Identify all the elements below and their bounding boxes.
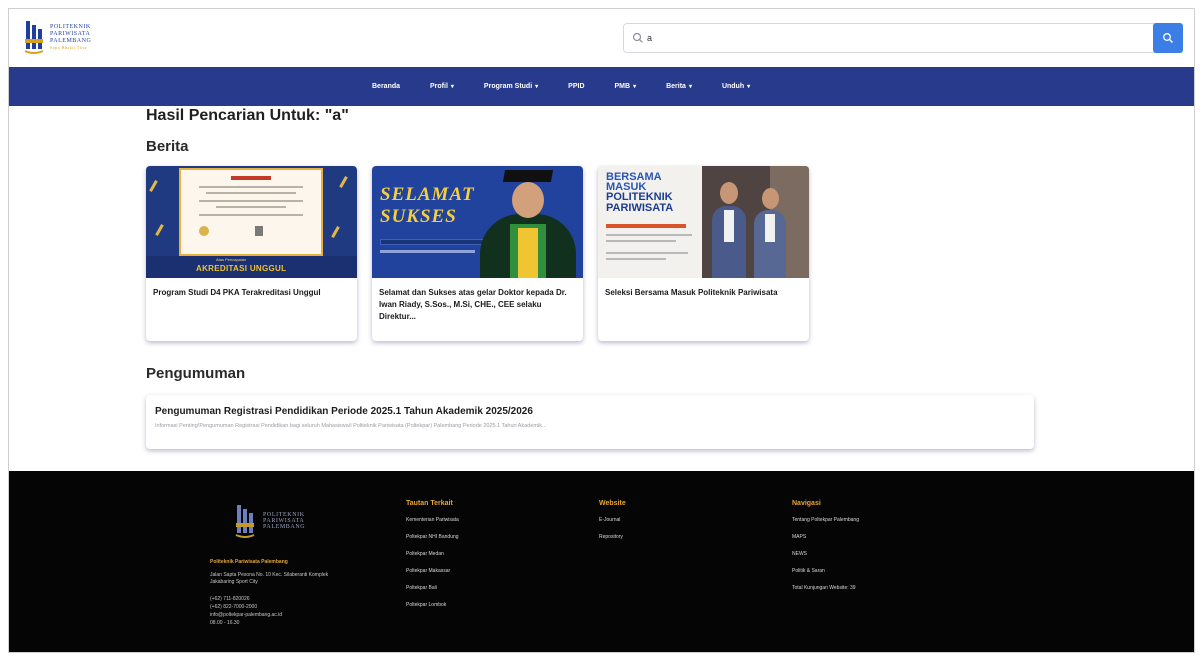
footer-link[interactable]: Poltekpar Makassar [406, 569, 459, 574]
logo-line: POLITEKNIK [50, 24, 91, 30]
logo-tagline: Sopo Bhakti Tirta [50, 45, 87, 50]
footer-column-navigation: Navigasi Tentang Poltekpar Palembang MAP… [792, 500, 859, 603]
chevron-down-icon: ▾ [688, 84, 692, 90]
footer-link[interactable]: Poltekpar Lombok [406, 603, 459, 608]
news-title: Program Studi D4 PKA Terakreditasi Unggu… [153, 288, 321, 297]
footer-hours: 08.00 - 16.30 [210, 620, 240, 626]
nav-item-label: Beranda [372, 83, 401, 90]
footer-column-heading: Website [599, 500, 626, 507]
footer-logo: POLITEKNIK PARIWISATA PALEMBANG [233, 501, 305, 541]
nav-item-label: PPID [568, 83, 585, 90]
site-header: POLITEKNIK PARIWISATA PALEMBANG Sopo Bha… [9, 9, 1194, 67]
nav-item-unduh[interactable]: Unduh ▾ [707, 67, 765, 106]
footer-column-related-links: Tautan Terkait Kementerian Pariwisata Po… [406, 500, 459, 620]
news-card[interactable]: SELAMAT SUKSES Selamat dan Sukses atas g… [372, 166, 583, 341]
news-image: SELAMAT SUKSES [372, 166, 583, 278]
footer-column-heading: Tautan Terkait [406, 500, 453, 507]
footer-logo-line: PALEMBANG [263, 524, 306, 530]
image-headline: PARIWISATA [606, 202, 674, 214]
site-logo[interactable]: POLITEKNIK PARIWISATA PALEMBANG Sopo Bha… [23, 15, 115, 59]
footer-link[interactable]: Poltekpar Bali [406, 586, 459, 591]
footer-link[interactable]: Poltekpar NHI Bandung [406, 535, 459, 540]
news-heading: Berita [146, 138, 189, 155]
logo-text: POLITEKNIK PARIWISATA PALEMBANG Sopo Bha… [50, 24, 91, 50]
footer-link[interactable]: Politik & Saran [792, 569, 859, 574]
announcement-card[interactable]: Pengumuman Registrasi Pendidikan Periode… [146, 395, 1034, 449]
nav-item-profil[interactable]: Profil ▾ [415, 67, 469, 106]
nav-item-label: PMB [614, 83, 631, 90]
nav-item-berita[interactable]: Berita ▾ [651, 67, 707, 106]
logo-emblem-icon [235, 505, 255, 538]
chevron-down-icon: ▾ [633, 84, 637, 90]
news-list: Atas Pencapaian AKREDITASI UNGGUL Progra… [146, 166, 809, 341]
search-icon [1163, 33, 1173, 43]
footer-contacts: (+62) 711-820026 (+62) 822-7000-2000 inf… [210, 595, 282, 627]
nav-item-beranda[interactable]: Beranda [357, 67, 415, 106]
footer-phone: (+62) 822-7000-2000 [210, 604, 258, 610]
nav-item-label: Unduh [721, 83, 745, 90]
nav-item-label: Profil [430, 83, 448, 90]
visitor-counter: Total Kunjungan Website: 39 [792, 585, 856, 591]
footer-link[interactable]: NEWS [792, 552, 859, 557]
footer-link[interactable]: Poltekpar Medan [406, 552, 459, 557]
logo-line: PALEMBANG [50, 38, 92, 44]
footer-institution: Politeknik Pariwisata Palembang [210, 559, 288, 565]
browser-frame: POLITEKNIK PARIWISATA PALEMBANG Sopo Bha… [8, 8, 1195, 653]
nav-item-pmb[interactable]: PMB ▾ [600, 67, 652, 106]
footer-column-heading: Navigasi [792, 500, 821, 507]
nav-item-label: Berita [666, 83, 686, 90]
image-headline: SELAMAT [380, 184, 475, 205]
chevron-down-icon: ▾ [450, 84, 454, 90]
footer-link[interactable]: E-Journal [599, 518, 626, 523]
image-headline: SUKSES [380, 206, 457, 227]
nav-item-program-studi[interactable]: Program Studi ▾ [469, 67, 553, 106]
footer-link[interactable]: Kementerian Pariwisata [406, 518, 459, 523]
footer-address: Jalan Sapta Pesona No. 10 Kec. Silaberan… [210, 572, 329, 585]
footer-link[interactable]: Repository [599, 535, 626, 540]
chevron-down-icon: ▾ [535, 84, 539, 90]
logo-emblem-icon [23, 17, 45, 57]
footer-link[interactable]: Tentang Poltekpar Palembang [792, 518, 859, 523]
announcement-description: Informasi Penting!Pengumuman Registrasi … [155, 423, 547, 429]
footer-phone: (+62) 711-820026 [210, 596, 250, 602]
search-button[interactable] [1153, 23, 1183, 53]
news-title: Seleksi Bersama Masuk Politeknik Pariwis… [605, 288, 778, 297]
search-input[interactable] [647, 25, 1127, 51]
page-title: Hasil Pencarian Untuk: "a" [146, 107, 349, 124]
certificate-image [179, 168, 323, 256]
nav-item-label: Program Studi [483, 83, 533, 90]
logo-line: PARIWISATA [50, 31, 91, 37]
nav-item-ppid[interactable]: PPID [553, 67, 599, 106]
main-nav: Beranda Profil ▾ Program Studi ▾ PPID PMB ▾… [9, 67, 1194, 106]
chevron-down-icon: ▾ [747, 84, 751, 90]
news-image: BERSAMA MASUK POLITEKNIK PARIWISATA [598, 166, 809, 278]
footer-link[interactable]: MAPS [792, 535, 859, 540]
announcement-title: Pengumuman Registrasi Pendidikan Periode… [155, 406, 533, 417]
search-icon [632, 32, 643, 43]
image-caption-small: Atas Pencapaian [216, 257, 247, 262]
footer-email: info@poltekpar-palembang.ac.id [210, 612, 283, 618]
announcements-heading: Pengumuman [146, 365, 246, 382]
search-bar [623, 23, 1183, 53]
news-card[interactable]: Atas Pencapaian AKREDITASI UNGGUL Progra… [146, 166, 357, 341]
news-title: Selamat dan Sukses atas gelar Doktor kep… [379, 288, 567, 321]
nav-menu: Beranda Profil ▾ Program Studi ▾ PPID PMB ▾… [357, 67, 765, 106]
site-footer: POLITEKNIK PARIWISATA PALEMBANG Politekn… [9, 471, 1194, 652]
news-image: Atas Pencapaian AKREDITASI UNGGUL [146, 166, 357, 278]
image-caption: AKREDITASI UNGGUL [196, 264, 287, 273]
footer-column-website: Website E-Journal Repository [599, 500, 626, 552]
news-card[interactable]: BERSAMA MASUK POLITEKNIK PARIWISATA Sele… [598, 166, 809, 341]
